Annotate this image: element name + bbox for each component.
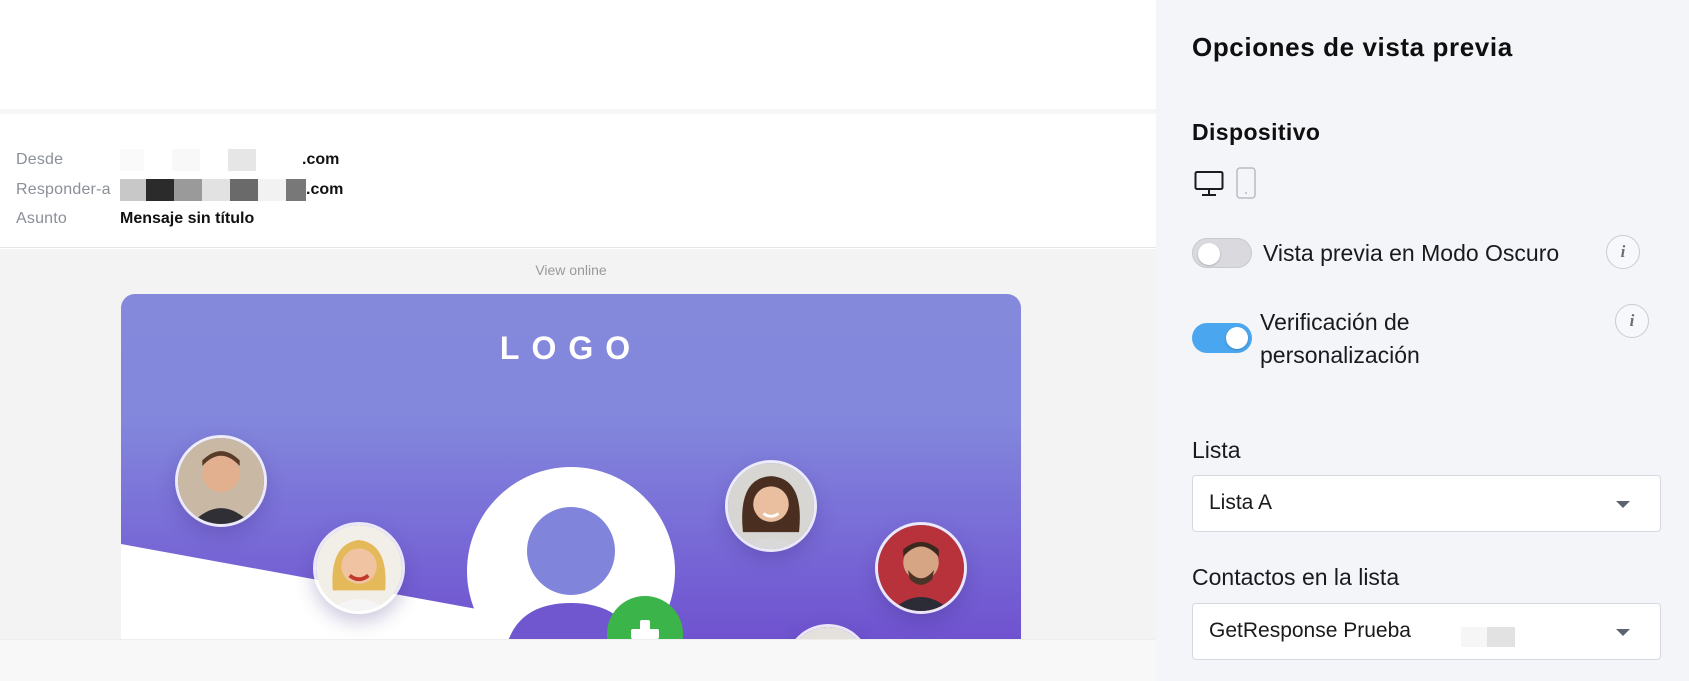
list-label: Lista <box>1192 437 1241 463</box>
mobile-icon[interactable] <box>1236 167 1256 199</box>
list-select[interactable]: Lista A <box>1192 475 1661 532</box>
from-value: .com <box>120 149 339 171</box>
dark-mode-toggle[interactable] <box>1192 238 1252 268</box>
contacts-label: Contactos en la lista <box>1192 564 1400 590</box>
panel-title: Opciones de vista previa <box>1192 32 1513 62</box>
redacted-block <box>228 149 256 171</box>
redacted-block <box>174 179 202 201</box>
info-icon[interactable]: i <box>1606 235 1640 269</box>
contacts-select[interactable]: GetResponse Prueba <box>1192 603 1661 660</box>
email-hero-banner: LOGO <box>121 294 1021 639</box>
personalization-toggle[interactable] <box>1192 323 1252 353</box>
avatar-photo <box>313 522 405 614</box>
subject-row: Asunto Mensaje sin título <box>16 207 254 231</box>
contacts-select-value: GetResponse Prueba <box>1209 619 1411 642</box>
redacted-block <box>286 179 306 201</box>
preview-bottom-bar <box>0 639 1156 681</box>
preview-options-panel: Opciones de vista previa Dispositivo Vis… <box>1156 0 1689 681</box>
reply-to-label: Responder-a <box>16 181 111 198</box>
redacted-block <box>230 179 258 201</box>
redacted-block <box>120 149 144 171</box>
avatar-photo <box>875 522 967 614</box>
redacted-block <box>256 149 302 171</box>
redacted-block <box>200 149 228 171</box>
redacted-block <box>172 149 200 171</box>
info-icon[interactable]: i <box>1615 304 1649 338</box>
reply-to-value: .com <box>120 179 343 201</box>
dark-mode-label: Vista previa en Modo Oscuro <box>1263 240 1560 266</box>
app-root: Desde .com Responder-a .com Asunto Mensa… <box>0 0 1689 681</box>
redacted-block <box>1461 627 1487 647</box>
from-label: Desde <box>16 151 64 168</box>
reply-to-domain: .com <box>306 181 344 198</box>
reply-to-row: Responder-a .com <box>16 178 343 202</box>
view-online-link[interactable]: View online <box>0 262 1142 278</box>
device-section-title: Dispositivo <box>1192 119 1321 145</box>
redacted-block <box>120 179 146 201</box>
personalization-label: Verificación de personalización <box>1260 309 1420 368</box>
avatar-photo <box>725 460 817 552</box>
list-select-value: Lista A <box>1209 491 1273 514</box>
from-domain: .com <box>302 151 340 168</box>
redacted-block <box>202 179 230 201</box>
from-row: Desde .com <box>16 148 339 172</box>
chevron-down-icon <box>1616 501 1630 508</box>
redacted-block <box>1487 627 1515 647</box>
desktop-icon[interactable] <box>1194 170 1224 198</box>
hero-logo-text: LOGO <box>499 330 643 366</box>
email-preview: Desde .com Responder-a .com Asunto Mensa… <box>0 0 1156 681</box>
subject-label: Asunto <box>16 210 68 227</box>
redacted-block <box>144 149 172 171</box>
avatar-photo <box>175 435 267 527</box>
preview-top-bar <box>0 0 1156 114</box>
chevron-down-icon <box>1616 629 1630 636</box>
redacted-block <box>146 179 174 201</box>
subject-value: Mensaje sin título <box>120 210 255 227</box>
redacted-block <box>258 179 286 201</box>
